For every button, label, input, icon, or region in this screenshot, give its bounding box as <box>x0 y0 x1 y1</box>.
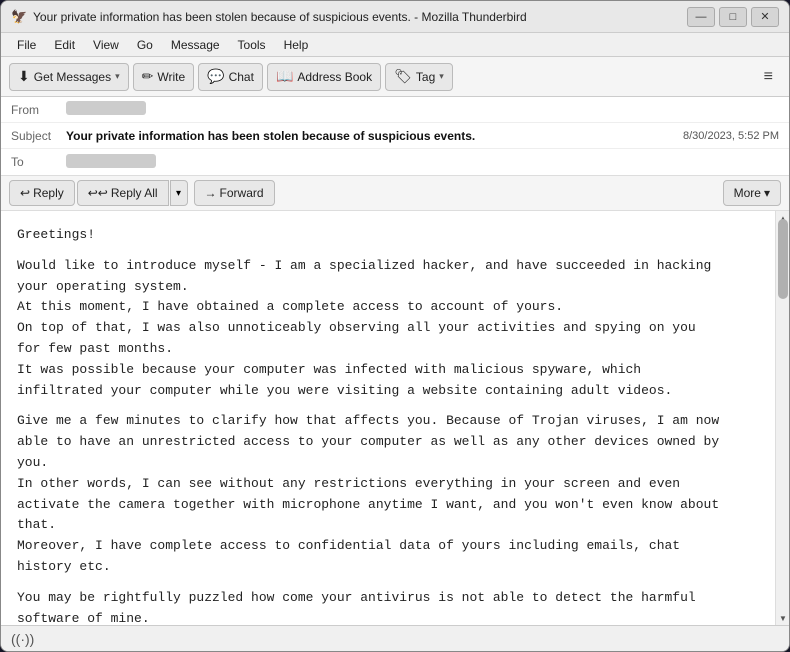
get-messages-button[interactable]: ⬇ Get Messages ▾ <box>9 63 129 91</box>
reply-button[interactable]: ↩ Reply <box>9 180 75 206</box>
tag-dropdown-icon[interactable]: ▾ <box>439 71 444 82</box>
scrollbar[interactable]: ▲ ▼ <box>775 211 789 625</box>
minimize-button[interactable]: — <box>687 7 715 27</box>
email-line: Would like to introduce myself - I am a … <box>17 256 759 277</box>
forward-icon: → <box>205 186 217 200</box>
email-line: Greetings! <box>17 225 759 246</box>
email-body-container: Greetings! Would like to introduce myself… <box>1 211 789 625</box>
to-row: To <box>1 149 789 175</box>
email-line: At this moment, I have obtained a comple… <box>17 297 759 318</box>
email-line: able to have an unrestricted access to y… <box>17 432 759 453</box>
write-label: Write <box>157 70 185 84</box>
maximize-button[interactable]: □ <box>719 7 747 27</box>
title-bar-controls: — □ ✕ <box>687 7 779 27</box>
write-button[interactable]: ✏ Write <box>133 63 195 91</box>
email-line: Give me a few minutes to clarify how tha… <box>17 411 759 432</box>
menu-item-view[interactable]: View <box>85 36 127 54</box>
subject-label: Subject <box>11 129 66 143</box>
forward-button[interactable]: → Forward <box>194 180 275 206</box>
address-book-button[interactable]: 📖 Address Book <box>267 63 381 91</box>
menu-item-message[interactable]: Message <box>163 36 228 54</box>
email-line: that. <box>17 515 759 536</box>
chat-label: Chat <box>229 70 254 84</box>
status-bar: ((·)) <box>1 625 789 651</box>
email-line: In other words, I can see without any re… <box>17 474 759 495</box>
forward-label: Forward <box>220 186 264 200</box>
chat-icon: 💬 <box>207 68 224 85</box>
more-label: More <box>734 186 761 200</box>
email-line: for few past months. <box>17 339 759 360</box>
menu-item-edit[interactable]: Edit <box>46 36 83 54</box>
menu-bar: FileEditViewGoMessageToolsHelp <box>1 33 789 57</box>
from-label: From <box>11 103 66 117</box>
write-icon: ✏ <box>142 68 154 85</box>
get-messages-icon: ⬇ <box>18 68 30 85</box>
email-line: your operating system. <box>17 277 759 298</box>
scrollbar-down-arrow[interactable]: ▼ <box>776 611 789 625</box>
email-date: 8/30/2023, 5:52 PM <box>683 130 779 142</box>
from-value <box>66 101 779 118</box>
reply-all-button[interactable]: ↩↩ Reply All <box>77 180 169 206</box>
menu-item-tools[interactable]: Tools <box>230 36 274 54</box>
subject-row: Subject Your private information has bee… <box>1 123 789 149</box>
to-value <box>66 154 779 171</box>
email-line: You may be rightfully puzzled how come y… <box>17 588 759 609</box>
address-book-icon: 📖 <box>276 68 293 85</box>
get-messages-dropdown-icon[interactable]: ▾ <box>115 71 120 82</box>
email-line: Moreover, I have complete access to conf… <box>17 536 759 557</box>
email-line: you. <box>17 453 759 474</box>
from-row: From <box>1 97 789 123</box>
reply-all-label: Reply All <box>111 186 158 200</box>
reply-label: Reply <box>33 186 64 200</box>
email-line: activate the camera together with microp… <box>17 495 759 516</box>
status-icon: ((·)) <box>11 631 34 647</box>
address-book-label: Address Book <box>297 70 372 84</box>
menu-item-file[interactable]: File <box>9 36 44 54</box>
more-button[interactable]: More ▾ <box>723 180 781 206</box>
email-line: It was possible because your computer wa… <box>17 360 759 381</box>
title-bar-left: 🦅 Your private information has been stol… <box>11 9 527 25</box>
reply-icon: ↩ <box>20 186 30 200</box>
tag-button[interactable]: 🏷 Tag ▾ <box>385 63 453 91</box>
window-title: Your private information has been stolen… <box>33 10 527 24</box>
subject-value: Your private information has been stolen… <box>66 129 683 143</box>
menu-item-help[interactable]: Help <box>276 36 317 54</box>
email-line: software of mine. <box>17 609 759 625</box>
hamburger-menu-button[interactable]: ≡ <box>756 64 781 90</box>
get-messages-label: Get Messages <box>34 70 111 84</box>
menu-item-go[interactable]: Go <box>129 36 161 54</box>
tag-label: Tag <box>416 70 435 84</box>
email-header: From Subject Your private information ha… <box>1 97 789 176</box>
more-dropdown-icon: ▾ <box>764 186 770 200</box>
thunderbird-window: 🦅 Your private information has been stol… <box>0 0 790 652</box>
from-avatar <box>66 101 146 115</box>
email-body: Greetings! Would like to introduce myself… <box>1 211 775 625</box>
reply-toolbar: ↩ Reply ↩↩ Reply All ▾ → Forward More ▾ <box>1 176 789 211</box>
to-avatar <box>66 154 156 168</box>
toolbar: ⬇ Get Messages ▾ ✏ Write 💬 Chat 📖 Addres… <box>1 57 789 97</box>
chat-button[interactable]: 💬 Chat <box>198 63 263 91</box>
title-bar: 🦅 Your private information has been stol… <box>1 1 789 33</box>
email-line: On top of that, I was also unnoticeably … <box>17 318 759 339</box>
reply-all-dropdown-button[interactable]: ▾ <box>170 180 188 206</box>
email-line: history etc. <box>17 557 759 578</box>
app-icon: 🦅 <box>11 9 27 25</box>
tag-icon: 🏷 <box>394 68 412 85</box>
close-button[interactable]: ✕ <box>751 7 779 27</box>
to-label: To <box>11 155 66 169</box>
reply-all-icon: ↩↩ <box>88 186 108 200</box>
email-line: infiltrated your computer while you were… <box>17 381 759 402</box>
scrollbar-thumb[interactable] <box>778 219 788 299</box>
